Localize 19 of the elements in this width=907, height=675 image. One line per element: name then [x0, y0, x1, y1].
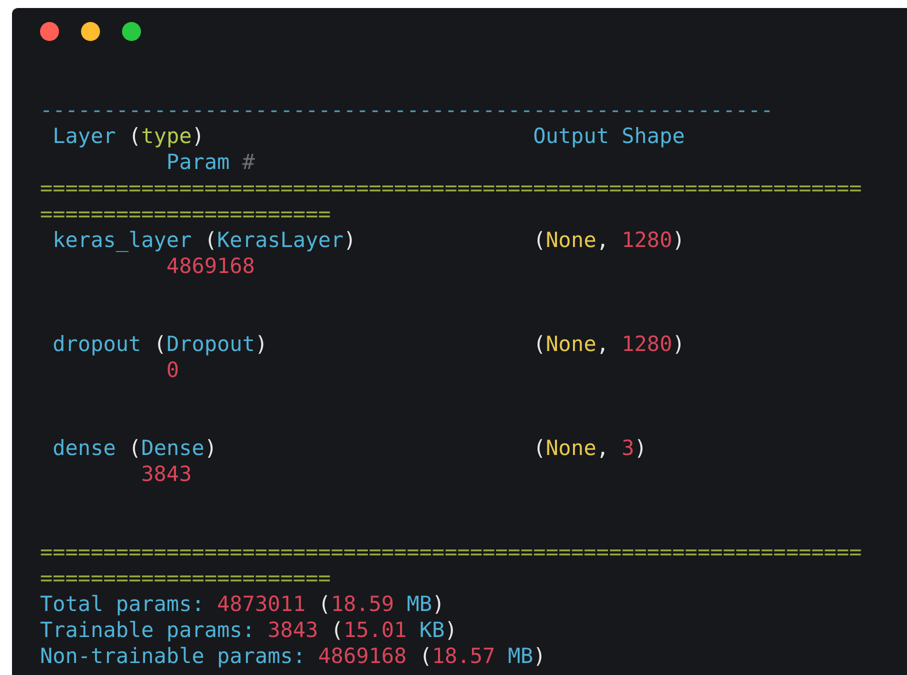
code-line: Total params: 4873011 (18.59 MB) [40, 591, 445, 617]
code-line: ======================= [40, 565, 331, 591]
code-line: dense (Dense) (None, 3) [52, 435, 647, 461]
code-line: 4869168 [165, 253, 255, 279]
code-line: keras_layer (KerasLayer) (None, 1280) [52, 227, 685, 253]
window-control-dot[interactable] [40, 22, 59, 41]
code-line: ---------------------------------------------------------- [40, 97, 774, 123]
window-control-dot[interactable] [122, 22, 141, 41]
code-line: 3843 [140, 461, 192, 487]
window-control-dot[interactable] [81, 22, 100, 41]
code-line: Param # [165, 149, 255, 175]
code-line: 0 [165, 357, 180, 383]
code-line: ================================================================= [40, 175, 862, 201]
code-line: Trainable params: 3843 (15.01 KB) [40, 617, 458, 643]
code-line: Layer (type) Output Shape [52, 123, 685, 149]
code-line: Non-trainable params: 4869168 (18.57 MB) [40, 643, 546, 669]
code-line: dropout (Dropout) (None, 1280) [52, 331, 685, 357]
code-line: ================================================================= [40, 539, 862, 565]
code-line: ======================= [40, 201, 331, 227]
